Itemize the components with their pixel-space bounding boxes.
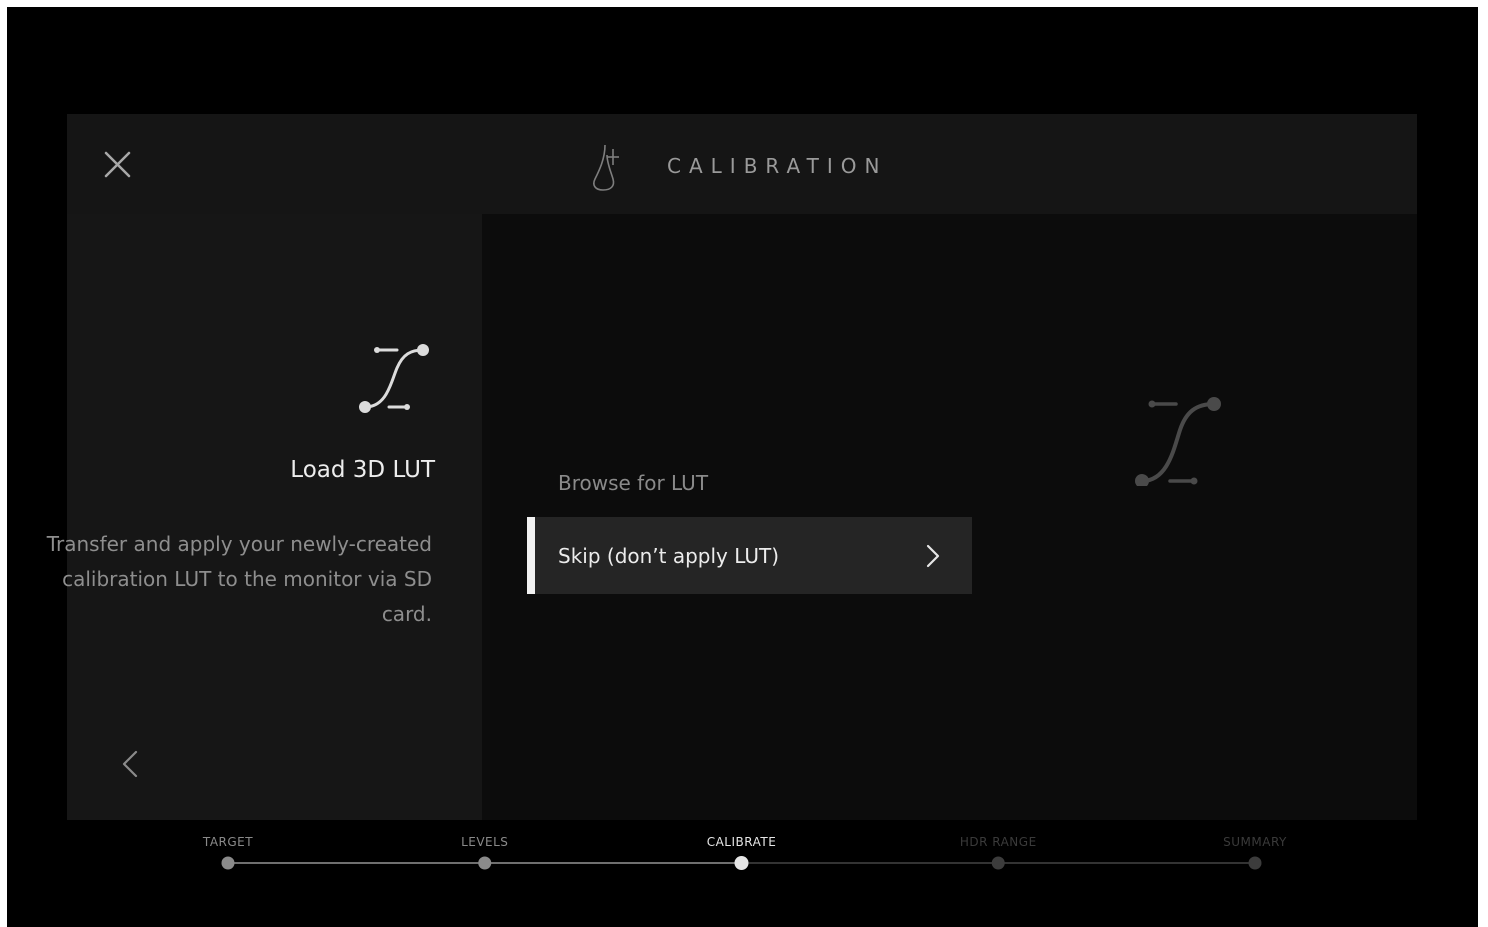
step-label-target[interactable]: TARGET: [203, 835, 253, 849]
step-label-levels[interactable]: LEVELS: [461, 835, 508, 849]
step-description: Transfer and apply your newly-created ca…: [46, 532, 432, 626]
chevron-right-icon: [923, 543, 941, 569]
step-dot-hdr-range[interactable]: [991, 856, 1005, 870]
step-label-calibrate[interactable]: CALIBRATE: [707, 835, 777, 849]
step-dot-calibrate[interactable]: [734, 856, 749, 870]
calibration-screen: CALIBRATION Load 3D LUT Transfer and app…: [7, 7, 1478, 927]
progress-stepper: TARGET LEVELS CALIBRATE HDR RANGE SUMMARY: [7, 832, 1478, 882]
step-dot-levels[interactable]: [478, 856, 492, 870]
app-logo-icon: [589, 141, 625, 193]
step-label-summary[interactable]: SUMMARY: [1223, 835, 1287, 849]
lut-curve-icon: [359, 334, 439, 414]
skip-option-label: Skip (don’t apply LUT): [558, 544, 780, 568]
skip-lut-option[interactable]: Skip (don’t apply LUT): [527, 517, 972, 594]
chevron-left-icon: [122, 750, 138, 778]
close-icon: [104, 151, 131, 178]
step-dot-summary[interactable]: [1248, 856, 1262, 870]
header-bar: CALIBRATION: [67, 114, 1417, 214]
step-dot-target[interactable]: [221, 856, 235, 870]
browse-for-lut-option[interactable]: Browse for LUT: [558, 471, 708, 495]
selection-indicator: [527, 517, 535, 594]
page-title: CALIBRATION: [667, 154, 888, 178]
back-button[interactable]: [117, 744, 143, 784]
close-button[interactable]: [102, 149, 134, 181]
step-info-panel: Load 3D LUT Transfer and apply your newl…: [47, 214, 482, 820]
step-label-hdr-range[interactable]: HDR RANGE: [960, 835, 1037, 849]
options-panel: Browse for LUT Skip (don’t apply LUT): [482, 214, 1417, 820]
step-title: Load 3D LUT: [290, 457, 435, 483]
lut-curve-icon: [1132, 386, 1232, 488]
